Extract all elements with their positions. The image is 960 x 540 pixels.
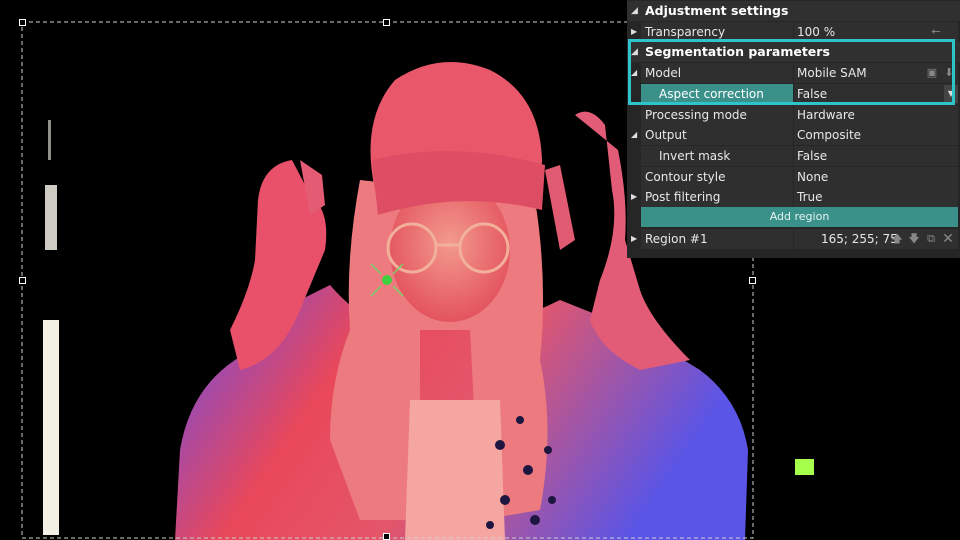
processing-mode-row[interactable]: Processing mode Hardware	[627, 105, 960, 125]
aspect-correction-label: Aspect correction	[641, 84, 793, 104]
collapse-arrow-icon[interactable]: ◢	[631, 1, 638, 21]
resize-handle-top-left[interactable]	[19, 19, 26, 26]
invert-mask-row[interactable]: Invert mask False	[627, 146, 960, 166]
collapse-arrow-icon[interactable]: ◢	[631, 42, 638, 62]
arrow-up-icon[interactable]: 🡅	[890, 229, 904, 249]
close-icon[interactable]: ✕	[941, 229, 955, 249]
contour-style-value[interactable]: None	[794, 167, 958, 187]
transparency-label: Transparency	[641, 22, 793, 42]
segmentation-parameters-header[interactable]: ◢ Segmentation parameters	[627, 42, 960, 62]
model-row[interactable]: ◢ Model Mobile SAM ▣ ⬇	[627, 63, 960, 83]
add-region-button[interactable]: Add region	[641, 207, 958, 227]
output-row[interactable]: ◢ Output Composite	[627, 125, 960, 145]
expand-arrow-icon[interactable]: ▶	[631, 187, 641, 207]
dropdown-arrow-icon[interactable]: ▼	[944, 85, 958, 103]
download-icon[interactable]: ⬇	[942, 63, 956, 83]
properties-panel: ◢ Adjustment settings ▶ Transparency 100…	[627, 0, 960, 475]
post-filtering-label: Post filtering	[641, 187, 793, 207]
segmentation-parameters-title: Segmentation parameters	[645, 44, 830, 59]
invert-mask-label: Invert mask	[641, 146, 793, 166]
arrow-down-icon[interactable]: 🡇	[907, 229, 921, 249]
folder-icon[interactable]: ▣	[925, 63, 939, 83]
resize-handle-bottom[interactable]	[383, 533, 390, 540]
resize-handle-left[interactable]	[19, 277, 26, 284]
reset-icon[interactable]: ←	[929, 22, 943, 42]
resize-handle-right[interactable]	[749, 277, 756, 284]
processing-mode-label: Processing mode	[641, 105, 793, 125]
adjustment-settings-title: Adjustment settings	[645, 3, 789, 18]
aspect-correction-row[interactable]: Aspect correction False ▼	[627, 84, 960, 104]
post-filtering-row[interactable]: ▶ Post filtering True	[627, 187, 960, 207]
copy-icon[interactable]: ⧉	[924, 229, 938, 249]
expand-arrow-icon[interactable]: ▶	[631, 22, 641, 42]
collapse-arrow-icon[interactable]: ◢	[631, 125, 641, 145]
output-label: Output	[641, 125, 793, 145]
adjustment-settings-header[interactable]: ◢ Adjustment settings	[627, 1, 960, 21]
processing-mode-value[interactable]: Hardware	[794, 105, 958, 125]
region-color-swatch[interactable]	[795, 459, 814, 475]
model-label: Model	[641, 63, 793, 83]
expand-arrow-icon[interactable]: ▶	[631, 229, 641, 249]
region-row[interactable]: ▶ Region #1 165; 255; 75 🡅 🡇 ⧉ ✕	[627, 229, 960, 475]
target-point-icon[interactable]	[367, 260, 407, 300]
aspect-correction-value[interactable]: False	[794, 84, 958, 104]
transparency-row[interactable]: ▶ Transparency 100 % ←	[627, 22, 960, 42]
output-value[interactable]: Composite	[794, 125, 958, 145]
collapse-arrow-icon[interactable]: ◢	[631, 63, 641, 83]
contour-style-label: Contour style	[641, 167, 793, 187]
post-filtering-value[interactable]: True	[794, 187, 958, 207]
region-label: Region #1	[641, 229, 793, 249]
invert-mask-value[interactable]: False	[794, 146, 958, 166]
resize-handle-top[interactable]	[383, 19, 390, 26]
contour-style-row[interactable]: Contour style None	[627, 167, 960, 187]
